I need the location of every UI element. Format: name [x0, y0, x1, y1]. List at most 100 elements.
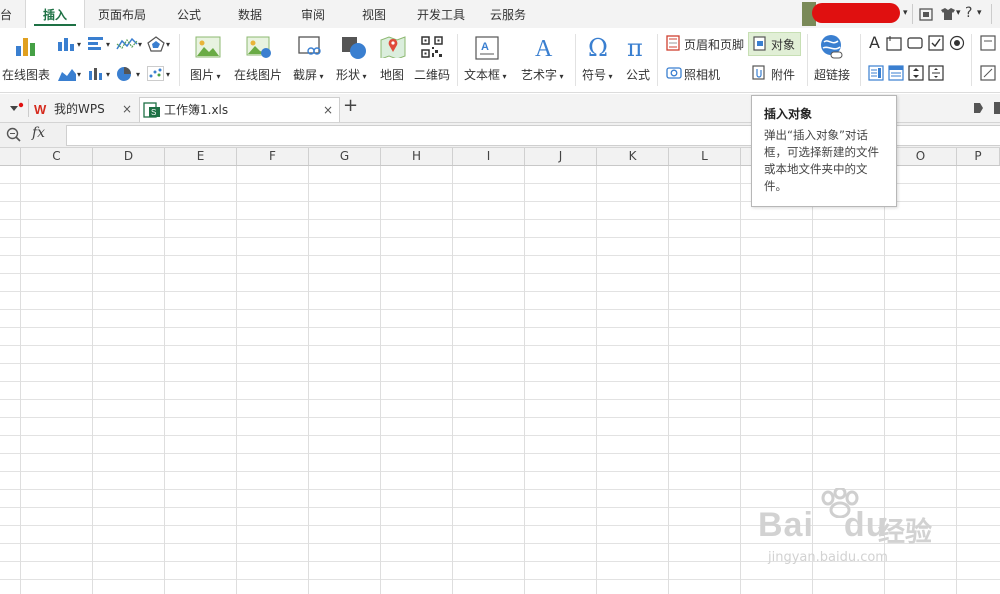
tab-developer[interactable]: 开发工具 — [410, 0, 472, 28]
object-icon[interactable] — [753, 36, 767, 51]
scatter-chart-icon[interactable] — [147, 66, 165, 82]
radar-chart-icon[interactable] — [147, 36, 165, 52]
shirt-icon[interactable] — [940, 7, 956, 21]
fx-label[interactable]: fx — [32, 125, 45, 141]
skin-icon[interactable] — [919, 7, 933, 21]
form-rectangle-icon[interactable] — [907, 35, 923, 51]
picture-button[interactable]: 图片 ▾ — [190, 66, 221, 83]
tab-formulas[interactable]: 公式 — [165, 0, 213, 28]
online-picture-icon[interactable] — [246, 36, 272, 58]
stock-chart-icon[interactable] — [87, 66, 105, 82]
chevron-down-icon[interactable]: ▾ — [106, 70, 110, 79]
map-icon[interactable] — [380, 36, 406, 58]
column-chart-icon[interactable] — [57, 36, 77, 52]
close-icon[interactable]: × — [122, 97, 132, 121]
chevron-down-icon[interactable]: ▾ — [956, 8, 961, 18]
column-header[interactable]: E — [165, 148, 237, 165]
chevron-down-icon[interactable]: ▾ — [166, 40, 170, 49]
zoom-search-icon[interactable] — [6, 127, 22, 143]
form-listbox-icon[interactable] — [868, 65, 884, 81]
form-checkbox-icon[interactable] — [928, 35, 944, 51]
object-label[interactable]: 对象 — [771, 36, 795, 53]
column-header[interactable]: L — [669, 148, 741, 165]
header-footer-label[interactable]: 页眉和页脚 — [684, 36, 744, 53]
tab-start[interactable]: 台 — [0, 0, 12, 28]
camera-icon[interactable] — [666, 65, 682, 79]
chevron-down-icon[interactable]: ▾ — [77, 40, 81, 49]
tab-cloud[interactable]: 云服务 — [482, 0, 534, 28]
column-header[interactable]: C — [21, 148, 93, 165]
chart-icon[interactable] — [14, 34, 40, 58]
column-header[interactable]: K — [597, 148, 669, 165]
chevron-down-icon[interactable]: ▾ — [138, 40, 142, 49]
column-header-partial[interactable] — [0, 148, 21, 165]
omega-symbol-icon[interactable]: Ω — [586, 34, 612, 60]
form-scrollbar-icon[interactable] — [928, 65, 944, 81]
camera-label[interactable]: 照相机 — [684, 66, 720, 83]
textbox-button[interactable]: 文本框 ▾ — [464, 66, 507, 83]
online-picture-label[interactable]: 在线图片 — [234, 66, 282, 83]
window-control-icon[interactable] — [994, 102, 1000, 114]
column-header[interactable]: P — [957, 148, 1000, 165]
attachment-label[interactable]: 附件 — [771, 66, 795, 83]
help-icon[interactable]: ? — [965, 5, 972, 21]
chevron-down-icon[interactable]: ▾ — [977, 8, 982, 18]
chevron-down-icon[interactable]: ▾ — [77, 70, 81, 79]
column-header[interactable]: G — [309, 148, 381, 165]
map-label[interactable]: 地图 — [380, 66, 404, 83]
formula-label[interactable]: 公式 — [626, 66, 650, 83]
column-header[interactable]: H — [381, 148, 453, 165]
pi-formula-icon[interactable]: π — [626, 34, 650, 60]
online-chart-label[interactable]: 在线图表 — [2, 66, 50, 83]
edit-control-icon[interactable] — [980, 65, 996, 81]
hyperlink-globe-icon[interactable] — [820, 34, 844, 60]
tab-insert[interactable]: 插入 — [25, 0, 85, 28]
column-header[interactable]: F — [237, 148, 309, 165]
qrcode-label[interactable]: 二维码 — [414, 66, 450, 83]
column-header[interactable]: I — [453, 148, 525, 165]
header-footer-icon[interactable] — [666, 35, 680, 51]
chevron-down-icon[interactable]: ▾ — [166, 70, 170, 79]
chevron-down-icon[interactable]: ▾ — [903, 8, 908, 18]
wordart-button[interactable]: 艺术字 ▾ — [521, 66, 564, 83]
form-spinner-icon[interactable] — [908, 65, 924, 81]
chevron-down-icon: ▾ — [214, 72, 221, 81]
quick-menu-dropdown-icon[interactable] — [9, 102, 25, 114]
hyperlink-label[interactable]: 超链接 — [814, 66, 850, 83]
tab-page-layout[interactable]: 页面布局 — [90, 0, 154, 28]
svg-text:Ω: Ω — [588, 34, 608, 60]
shape-icon[interactable] — [341, 36, 367, 60]
document-panel-icon[interactable] — [972, 102, 984, 114]
watermark-brand-cn: 经验 — [878, 517, 932, 548]
tab-workbook[interactable]: S 工作簿1.xls × — [139, 97, 340, 122]
chevron-down-icon[interactable]: ▾ — [106, 40, 110, 49]
column-header[interactable]: J — [525, 148, 597, 165]
line-chart-icon[interactable] — [116, 36, 138, 52]
column-header[interactable]: D — [93, 148, 165, 165]
tab-view[interactable]: 视图 — [350, 0, 398, 28]
tab-review[interactable]: 审阅 — [289, 0, 337, 28]
more-controls-icon[interactable] — [980, 35, 996, 51]
chevron-down-icon[interactable]: ▾ — [136, 70, 140, 79]
form-radio-icon[interactable] — [949, 35, 965, 51]
screenshot-icon[interactable] — [298, 36, 322, 58]
symbol-button[interactable]: 符号 ▾ — [582, 66, 613, 83]
area-chart-icon[interactable] — [57, 66, 77, 82]
pie-chart-icon[interactable] — [116, 66, 134, 82]
form-textbox-icon[interactable] — [886, 35, 902, 51]
picture-icon[interactable] — [195, 36, 221, 58]
attachment-icon[interactable] — [752, 65, 766, 80]
bar-chart-icon[interactable] — [87, 36, 105, 52]
shape-button[interactable]: 形状 ▾ — [336, 66, 367, 83]
tab-my-wps[interactable]: W 我的WPS × — [30, 97, 136, 121]
tab-data[interactable]: 数据 — [226, 0, 274, 28]
form-combobox-icon[interactable] — [888, 65, 904, 81]
wordart-icon[interactable]: A — [533, 34, 555, 60]
qrcode-icon[interactable] — [421, 36, 443, 58]
close-icon[interactable]: × — [323, 98, 333, 122]
form-label-control[interactable]: A — [869, 33, 880, 52]
add-tab-icon[interactable]: + — [343, 95, 358, 116]
screenshot-button[interactable]: 截屏 ▾ — [293, 66, 324, 83]
textbox-icon[interactable]: A — [475, 36, 499, 60]
divider — [971, 34, 972, 86]
